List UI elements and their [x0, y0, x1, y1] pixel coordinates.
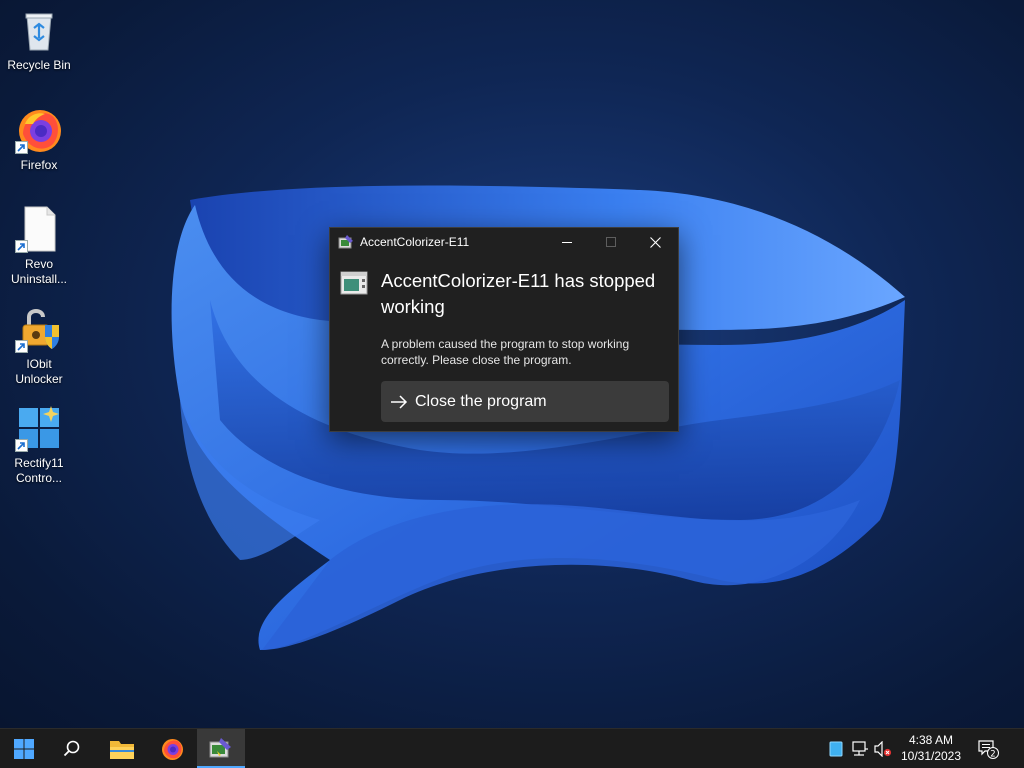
close-icon: [649, 236, 661, 248]
maximize-icon: [606, 237, 616, 247]
arrow-right-icon: [391, 394, 408, 409]
firefox-icon: [15, 106, 63, 154]
desktop-icon-label: Revo Uninstall...: [10, 257, 68, 286]
taskbar: 4:38 AM 10/31/2023 2: [0, 728, 1024, 768]
taskbar-file-explorer[interactable]: [98, 729, 146, 768]
shortcut-arrow-icon: [15, 439, 28, 452]
minimize-icon: [562, 242, 572, 243]
close-button[interactable]: [632, 228, 678, 256]
tray-network[interactable]: [850, 729, 870, 768]
desktop: Recycle Bin Firefox Revo Uninstall... IO…: [0, 0, 1024, 728]
taskbar-clock[interactable]: 4:38 AM 10/31/2023: [892, 732, 970, 764]
shortcut-arrow-icon: [15, 340, 28, 353]
close-the-program-label: Close the program: [415, 392, 547, 410]
volume-muted-icon: [874, 740, 892, 757]
taskbar-firefox[interactable]: [148, 729, 196, 768]
desktop-icon-label: IObit Unlocker: [15, 357, 63, 386]
start-button[interactable]: [0, 729, 48, 768]
search-icon: [63, 740, 80, 756]
error-dialog: AccentColorizer-E11 AccentColorizer-E11 …: [329, 227, 679, 432]
notification-icon: 2: [978, 739, 999, 759]
firefox-icon: [162, 738, 183, 760]
desktop-icon-label: Firefox: [20, 158, 58, 172]
desktop-icon-rectify11-control[interactable]: Rectify11 Contro...: [0, 398, 78, 486]
notification-count: 2: [990, 749, 995, 759]
desktop-icon-label: Rectify11 Contro...: [14, 456, 64, 485]
taskbar-accentcolorizer[interactable]: [197, 729, 245, 768]
folder-icon: [110, 740, 134, 759]
desktop-icon-iobit-unlocker[interactable]: IObit Unlocker: [0, 299, 78, 387]
shortcut-arrow-icon: [15, 240, 28, 253]
dialog-title: AccentColorizer-E11: [360, 235, 470, 249]
file-icon: [15, 205, 63, 253]
close-the-program-button[interactable]: Close the program: [381, 381, 669, 422]
dialog-titlebar[interactable]: AccentColorizer-E11: [330, 228, 678, 256]
tablet-icon: [829, 741, 843, 756]
app-title-icon: [338, 234, 354, 250]
desktop-icon-revo-uninstaller[interactable]: Revo Uninstall...: [0, 199, 78, 287]
tray-app-icon[interactable]: [826, 729, 846, 768]
accentcolorizer-icon: [209, 737, 231, 757]
clock-time: 4:38 AM: [908, 733, 954, 747]
network-icon: [852, 740, 868, 756]
lock-shield-icon: [15, 305, 63, 353]
search-button[interactable]: [48, 729, 96, 768]
windows-logo-icon: [15, 404, 63, 452]
error-heading: AccentColorizer-E11 has stopped working: [381, 270, 656, 317]
tray-volume[interactable]: [873, 729, 893, 768]
shortcut-arrow-icon: [15, 141, 28, 154]
desktop-icon-label: Recycle Bin: [7, 58, 71, 72]
application-window-icon: [340, 271, 370, 295]
maximize-button: [588, 228, 634, 256]
minimize-button[interactable]: [544, 228, 590, 256]
recycle-bin-icon: [15, 6, 63, 54]
desktop-icon-recycle-bin[interactable]: Recycle Bin: [0, 0, 78, 73]
desktop-icon-firefox[interactable]: Firefox: [0, 100, 78, 173]
windows-start-icon: [14, 738, 34, 759]
error-message: A problem caused the program to stop wor…: [381, 337, 630, 367]
notification-center-button[interactable]: 2: [976, 729, 1002, 768]
clock-date: 10/31/2023: [900, 749, 962, 763]
